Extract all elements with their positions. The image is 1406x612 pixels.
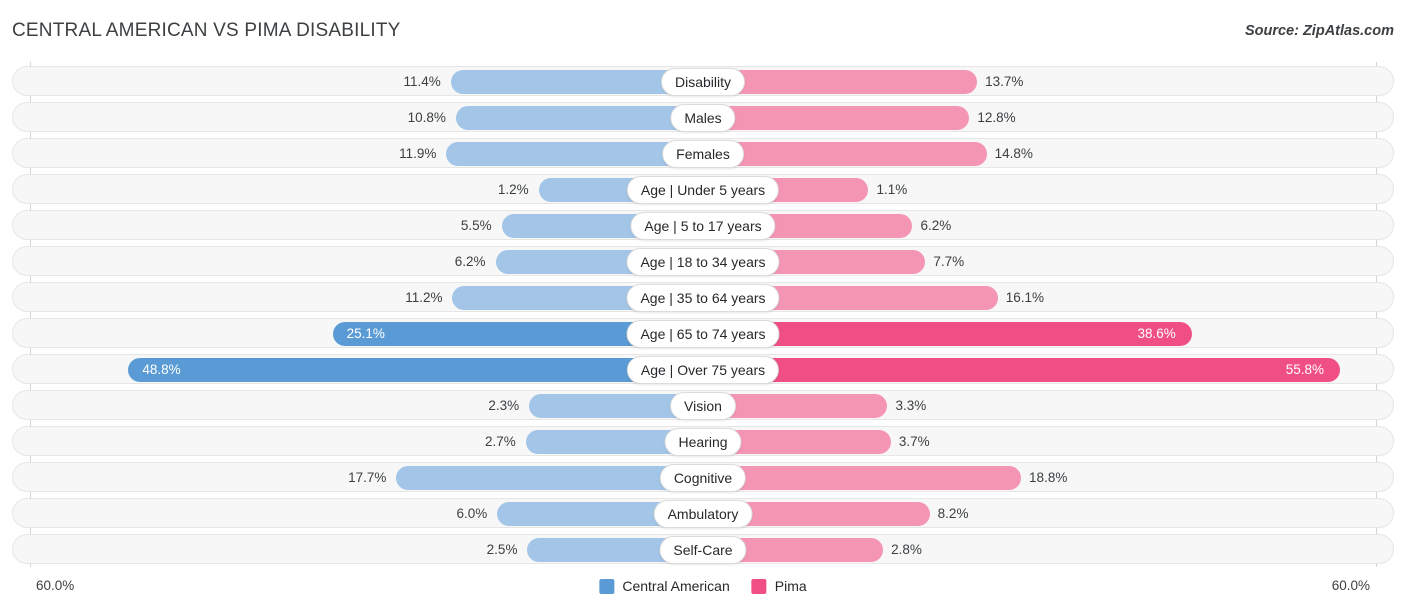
value-label-central-american: 2.7% (484, 434, 516, 449)
bar-pima (704, 142, 987, 166)
axis-label-left: 60.0% (36, 578, 75, 593)
category-label: Age | Under 5 years (626, 176, 780, 204)
value-label-pima: 1.1% (876, 182, 908, 197)
chart-row: 17.7% 18.8% Cognitive (12, 462, 1394, 492)
chart-row: 11.4% 13.7% Disability (12, 66, 1394, 96)
chart-row: 6.0% 8.2% Ambulatory (12, 498, 1394, 528)
value-label-central-american: 10.8% (407, 110, 446, 125)
value-label-central-american: 6.2% (454, 254, 486, 269)
value-label-pima: 3.7% (898, 434, 930, 449)
legend-item: Central American (599, 578, 730, 594)
axis-label-right: 60.0% (1331, 578, 1370, 593)
chart-legend: Central American Pima (599, 578, 807, 594)
chart-row: 2.5% 2.8% Self-Care (12, 534, 1394, 564)
category-label: Males (670, 104, 736, 132)
value-label-pima: 12.8% (977, 110, 1016, 125)
category-label: Age | 35 to 64 years (626, 284, 780, 312)
value-label-pima: 18.8% (1029, 470, 1068, 485)
category-label: Self-Care (659, 536, 747, 564)
chart-row: 6.2% 7.7% Age | 18 to 34 years (12, 246, 1394, 276)
legend-label: Central American (622, 578, 730, 594)
value-label-pima: 13.7% (985, 74, 1024, 89)
category-label: Ambulatory (653, 500, 753, 528)
value-label-pima: 6.2% (920, 218, 952, 233)
chart-row: 25.1% 38.6% Age | 65 to 74 years (12, 318, 1394, 348)
category-label: Cognitive (659, 464, 747, 492)
category-label: Age | 65 to 74 years (626, 320, 780, 348)
value-label-pima: 38.6% (1137, 326, 1176, 341)
value-label-pima: 55.8% (1285, 362, 1324, 377)
chart-row: 10.8% 12.8% Males (12, 102, 1394, 132)
value-label-central-american: 6.0% (456, 506, 488, 521)
value-label-central-american: 17.7% (348, 470, 387, 485)
chart-row: 2.7% 3.7% Hearing (12, 426, 1394, 456)
legend-swatch (751, 578, 767, 594)
legend-item: Pima (751, 578, 807, 594)
value-label-pima: 14.8% (994, 146, 1033, 161)
bar-central-american (396, 466, 704, 490)
legend-label: Pima (774, 578, 807, 594)
category-label: Age | Over 75 years (626, 356, 780, 384)
category-label: Hearing (664, 428, 742, 456)
chart-row: 1.2% 1.1% Age | Under 5 years (12, 174, 1394, 204)
chart-row: 11.9% 14.8% Females (12, 138, 1394, 168)
value-label-central-american: 11.9% (399, 146, 437, 161)
chart-page: CENTRAL AMERICAN VS PIMA DISABILITY Sour… (0, 0, 1406, 612)
category-label: Age | 18 to 34 years (626, 248, 780, 276)
value-label-central-american: 11.4% (403, 74, 441, 89)
category-label: Age | 5 to 17 years (630, 212, 776, 240)
legend-swatch (599, 578, 615, 594)
value-label-central-american: 2.3% (488, 398, 520, 413)
category-label: Disability (660, 68, 746, 96)
bar-pima (704, 466, 1022, 490)
bar-central-american (455, 106, 704, 130)
diverging-bar-chart: 11.4% 13.7% Disability 10.8% 12.8% Males 11.9%… (0, 62, 1406, 570)
value-label-central-american: 5.5% (460, 218, 492, 233)
value-label-central-american: 1.2% (497, 182, 529, 197)
value-label-pima: 3.3% (895, 398, 927, 413)
value-label-central-american: 25.1% (346, 326, 385, 341)
bar-central-american (128, 358, 704, 382)
value-label-pima: 2.8% (891, 542, 922, 557)
chart-row: 48.8% 55.8% Age | Over 75 years (12, 354, 1394, 384)
value-label-pima: 8.2% (937, 506, 969, 521)
category-label: Vision (670, 392, 736, 420)
page-title: CENTRAL AMERICAN VS PIMA DISABILITY (12, 20, 401, 41)
chart-row: 2.3% 3.3% Vision (12, 390, 1394, 420)
bar-pima (704, 358, 1340, 382)
value-label-central-american: 2.5% (486, 542, 518, 557)
chart-row: 11.2% 16.1% Age | 35 to 64 years (12, 282, 1394, 312)
chart-row: 5.5% 6.2% Age | 5 to 17 years (12, 210, 1394, 240)
value-label-central-american: 48.8% (142, 362, 181, 377)
value-label-central-american: 11.2% (405, 290, 443, 305)
source-attribution: Source: ZipAtlas.com (1244, 23, 1394, 39)
value-label-pima: 7.7% (933, 254, 965, 269)
value-label-pima: 16.1% (1005, 290, 1045, 305)
category-label: Females (662, 140, 744, 168)
bar-pima (704, 106, 970, 130)
